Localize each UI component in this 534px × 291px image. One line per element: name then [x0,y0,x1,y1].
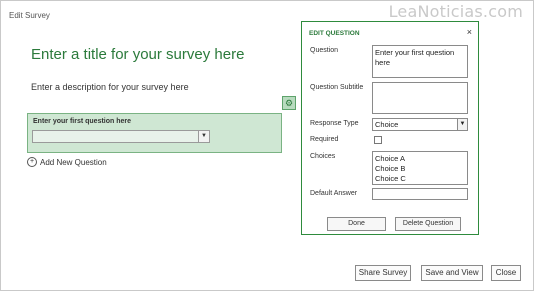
close-icon[interactable]: × [467,27,472,37]
chevron-down-icon[interactable]: ▼ [457,119,467,130]
choice-item: Choice A [375,154,406,163]
share-survey-button[interactable]: Share Survey [355,265,411,281]
edit-survey-window: Edit Survey LeaNoticias.com Enter a titl… [0,0,534,291]
required-checkbox[interactable] [374,136,382,144]
question-subtitle-field[interactable] [372,82,468,114]
default-answer-field[interactable] [372,188,468,200]
default-answer-label: Default Answer [310,190,358,197]
plus-icon: + [27,157,37,167]
done-button[interactable]: Done [327,217,386,231]
edit-question-panel: EDIT QUESTION × Question Enter your firs… [301,21,479,235]
delete-question-button[interactable]: Delete Question [395,217,461,231]
response-type-label: Response Type [310,120,359,127]
close-button[interactable]: Close [491,265,521,281]
choices-label: Choices [310,153,336,160]
question-answer-dropdown[interactable]: ▼ [32,130,210,143]
choice-item: Choice B [375,164,406,173]
response-type-value: Choice [375,120,399,129]
choices-field[interactable]: Choice A Choice B Choice C [372,151,468,185]
add-new-question-label: Add New Question [40,157,107,167]
add-new-question-button[interactable]: + Add New Question [27,157,107,167]
watermark: LeaNoticias.com [388,2,523,21]
question-field[interactable]: Enter your first question here [372,45,468,78]
survey-description-input[interactable]: Enter a description for your survey here [31,82,189,92]
save-and-view-button[interactable]: Save and View [421,265,483,281]
response-type-select[interactable]: Choice ▼ [372,118,468,131]
choice-item: Choice C [375,174,406,183]
survey-title-input[interactable]: Enter a title for your survey here [31,46,244,63]
required-label: Required [310,136,339,143]
question-subtitle-label: Question Subtitle [310,84,364,91]
window-title: Edit Survey [9,11,50,20]
dropdown-arrow-icon[interactable]: ▼ [198,131,209,142]
question-card[interactable]: Enter your first question here ▼ [27,113,282,153]
gear-icon[interactable]: ⚙ [282,96,296,110]
edit-question-header: EDIT QUESTION [309,30,360,37]
question-label: Question [310,47,339,54]
question-label: Enter your first question here [33,118,132,125]
